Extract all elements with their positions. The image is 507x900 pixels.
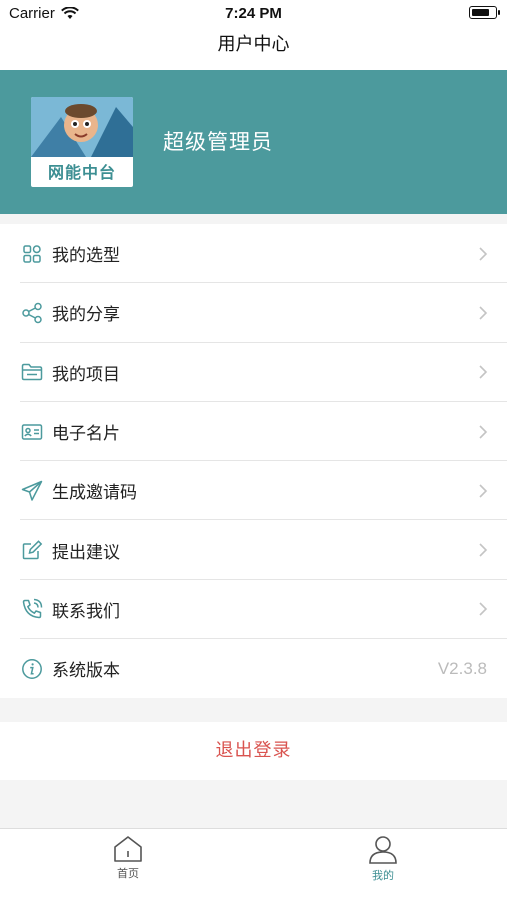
tab-home-label: 首页 [117,867,139,880]
nav-bar: 用户中心 [0,26,507,70]
menu-item-label: 系统版本 [52,661,120,682]
version-value: V2.3.8 [437,658,487,678]
chevron-right-icon [479,247,488,261]
menu-item-label: 我的分享 [52,305,120,326]
grid-icon [20,242,44,266]
tab-mine[interactable]: 我的 [343,835,423,883]
chevron-right-icon [479,306,488,320]
logout-label: 退出登录 [215,740,292,761]
avatar-caption: 网能中台 [47,163,116,182]
menu-item-label: 我的项目 [52,364,120,385]
menu-item-business-card[interactable]: 电子名片 [0,402,507,462]
menu-item-label: 我的选型 [52,246,120,267]
menu-item-my-projects[interactable]: 我的项目 [0,343,507,402]
info-icon [20,657,44,681]
menu-list: 我的选型 我的分享 我的项目 电子名片 生成邀请码 提出建议 联系我们 系统版本… [0,224,507,699]
edit-icon [20,538,44,562]
user-icon [369,836,397,864]
chevron-right-icon [479,602,488,616]
chevron-right-icon [479,484,488,498]
tab-mine-label: 我的 [372,869,394,882]
menu-item-invite-code[interactable]: 生成邀请码 [0,461,507,521]
chevron-right-icon [479,365,488,379]
home-icon [114,836,142,862]
username: 超级管理员 [163,130,273,154]
tab-home[interactable]: 首页 [88,835,168,881]
page-title: 用户中心 [217,34,290,55]
menu-item-label: 联系我们 [52,601,120,622]
chevron-right-icon [479,424,488,439]
status-bar: Carrier 7:24 PM [0,0,507,26]
menu-item-system-version[interactable]: 系统版本 V2.3.8 [0,639,507,698]
profile-header: 网能中台 超级管理员 [0,70,507,214]
tab-bar: 首页 我的 [0,828,507,900]
logout-button[interactable]: 退出登录 [0,722,507,780]
status-time: 7:24 PM [225,5,282,22]
menu-item-feedback[interactable]: 提出建议 [0,520,507,580]
menu-item-label: 提出建议 [52,542,120,563]
menu-item-contact-us[interactable]: 联系我们 [0,580,507,640]
battery-icon [469,6,500,19]
avatar-illustration [31,97,133,157]
avatar[interactable]: 网能中台 [31,97,133,187]
menu-item-my-share[interactable]: 我的分享 [0,283,507,343]
phone-icon [20,597,44,621]
menu-item-label: 电子名片 [52,424,120,445]
menu-item-label: 生成邀请码 [52,483,137,504]
folder-icon [20,360,44,384]
share-icon [20,301,44,325]
chevron-right-icon [479,543,488,557]
id-card-icon [20,420,44,444]
paper-plane-icon [20,479,44,503]
menu-item-my-selection[interactable]: 我的选型 [0,224,507,284]
